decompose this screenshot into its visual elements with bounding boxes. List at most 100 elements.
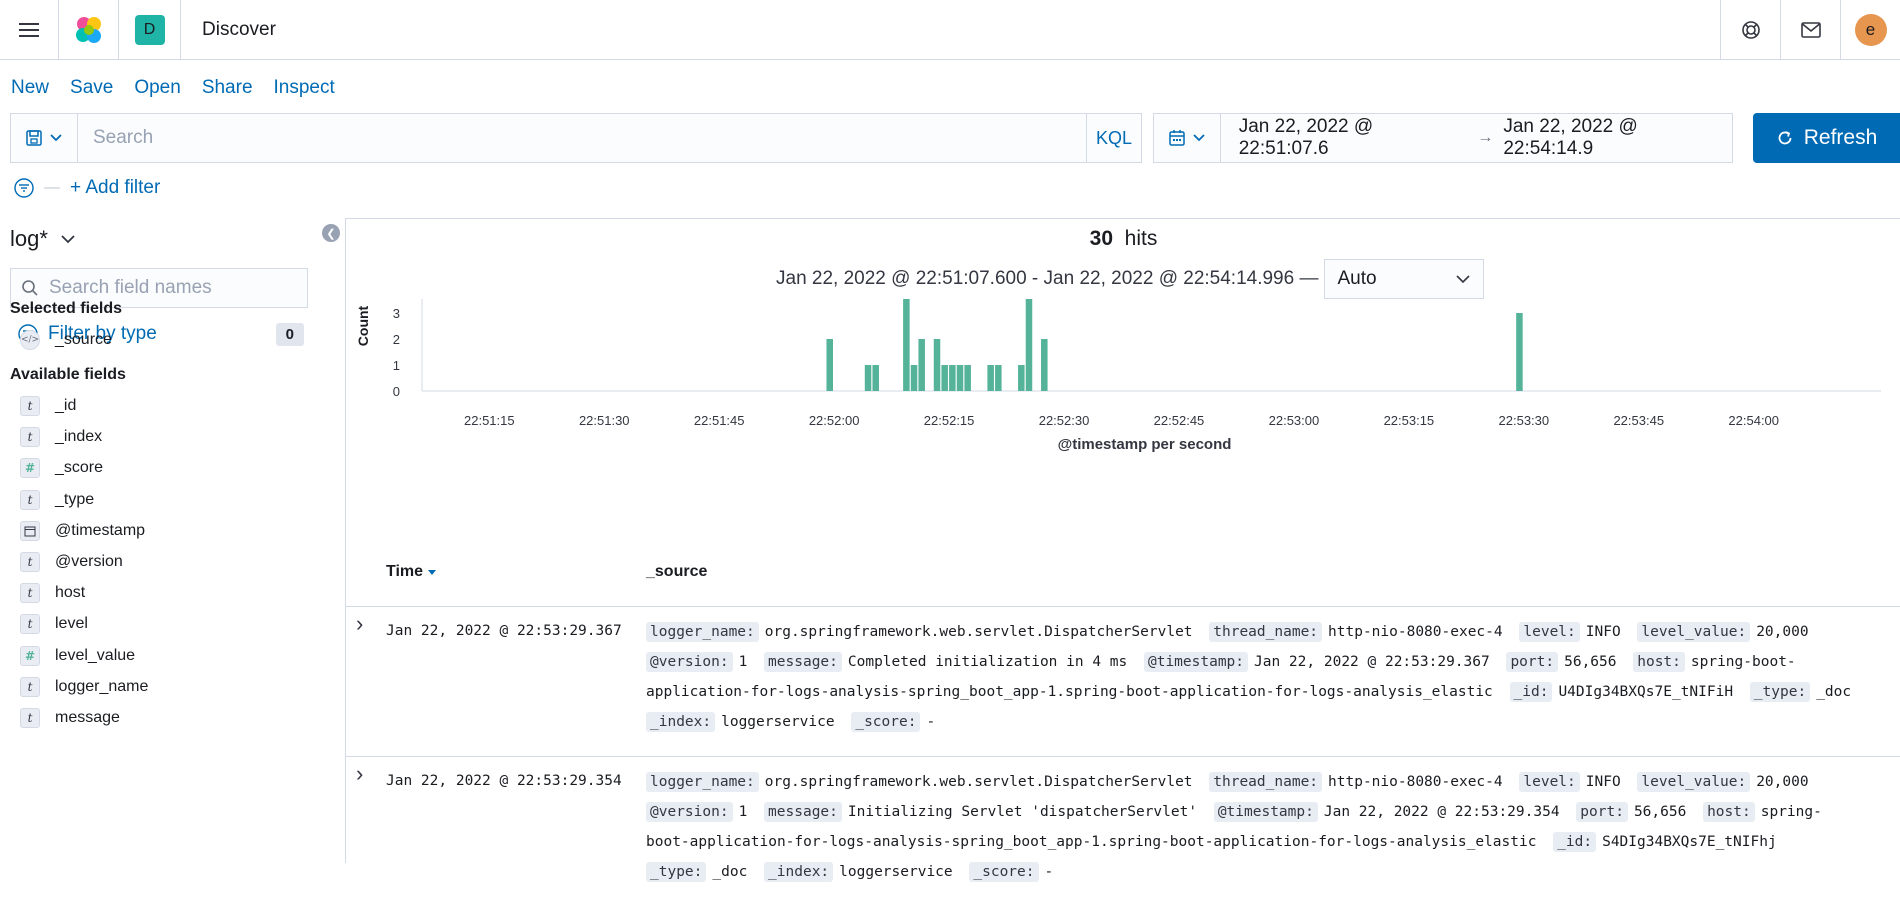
field-item[interactable]: t level: [20, 612, 88, 636]
source-field-value: _doc: [1816, 684, 1852, 700]
source-field-value: 1: [738, 654, 748, 670]
field-item[interactable]: t _index: [20, 425, 102, 449]
source-field-value: INFO: [1585, 774, 1621, 790]
histogram-bar: [964, 365, 971, 391]
index-pattern-selector[interactable]: log*: [10, 226, 76, 252]
expand-row-icon[interactable]: ›: [356, 611, 363, 637]
share-button[interactable]: Share: [202, 77, 253, 99]
field-name: @version: [55, 553, 123, 570]
field-item[interactable]: t _type: [20, 488, 94, 512]
time-range-line: Jan 22, 2022 @ 22:51:07.600 - Jan 22, 20…: [776, 259, 1485, 299]
histogram-bar: [903, 299, 910, 391]
y-tick-label: 1: [393, 358, 400, 373]
string-field-icon: t: [20, 614, 40, 635]
field-item[interactable]: t _id: [20, 394, 76, 418]
histogram-bar: [941, 365, 948, 391]
chevron-down-icon: [50, 134, 62, 142]
field-item[interactable]: # level_value: [20, 644, 135, 668]
table-row: › Jan 22, 2022 @ 22:53:29.367 logger_name:…: [346, 606, 1900, 756]
histogram-bar: [1041, 339, 1048, 391]
interval-select[interactable]: Auto: [1324, 259, 1485, 299]
elastic-logo[interactable]: [59, 0, 119, 60]
source-field-value: http-nio-8080-exec-4: [1328, 774, 1503, 790]
collapse-sidebar-button[interactable]: ❮: [322, 224, 340, 242]
quick-select-button[interactable]: [1154, 114, 1221, 162]
sort-down-icon: [428, 570, 437, 575]
source-field-key: level:: [1519, 622, 1580, 642]
source-field-icon: </>: [20, 330, 40, 350]
source-field-value: Jan 22, 2022 @ 22:53:29.367: [1254, 654, 1490, 670]
hits-counter: 30 hits: [346, 227, 1900, 251]
field-item[interactable]: @timestamp: [20, 519, 145, 543]
histogram-bar: [918, 339, 925, 391]
filter-options-icon[interactable]: [14, 178, 34, 198]
source-field-key: message:: [764, 802, 842, 822]
user-menu-button[interactable]: e: [1840, 0, 1900, 60]
string-field-icon: t: [20, 676, 40, 697]
source-field-key: host:: [1703, 802, 1755, 822]
string-field-icon: t: [20, 489, 40, 510]
elastic-logo-icon: [75, 16, 101, 43]
source-field-value: _doc: [712, 864, 748, 880]
source-field-key: _score:: [851, 712, 921, 732]
source-field-value: -: [1044, 864, 1054, 880]
save-button[interactable]: Save: [70, 77, 113, 99]
field-name: @timestamp: [55, 521, 146, 539]
field-item[interactable]: t @version: [20, 550, 123, 574]
refresh-button[interactable]: Refresh: [1753, 113, 1900, 163]
x-axis-label: @timestamp per second: [1058, 436, 1232, 453]
source-field-value: loggerservice: [839, 864, 953, 880]
newsfeed-button[interactable]: [1780, 0, 1840, 60]
source-field-key: _id:: [1553, 832, 1597, 852]
saved-query-button[interactable]: [11, 114, 78, 162]
add-filter-button[interactable]: + Add filter: [70, 177, 160, 199]
source-field-value: 20,000: [1756, 774, 1809, 790]
source-field-value: Jan 22, 2022 @ 22:53:29.354: [1323, 804, 1560, 820]
menu-toggle-button[interactable]: [0, 0, 59, 60]
table-row: › Jan 22, 2022 @ 22:53:29.354 logger_name:…: [346, 756, 1900, 906]
row-timestamp: Jan 22, 2022 @ 22:53:29.367: [386, 623, 622, 639]
x-tick-label: 22:51:30: [579, 413, 630, 428]
open-button[interactable]: Open: [134, 77, 180, 99]
x-tick-label: 22:53:30: [1499, 413, 1550, 428]
source-field-value: Completed initialization in 4 ms: [847, 654, 1128, 670]
string-field-icon: t: [20, 396, 40, 416]
help-menu-button[interactable]: [1720, 0, 1780, 60]
x-tick-label: 22:52:00: [809, 413, 860, 428]
space-selector[interactable]: D: [119, 0, 181, 60]
kql-language-button[interactable]: KQL: [1086, 114, 1141, 162]
histogram-bar: [1025, 299, 1033, 391]
search-input[interactable]: [78, 114, 1086, 162]
hamburger-icon: [19, 22, 39, 37]
source-field-value: 20,000: [1756, 624, 1809, 640]
x-tick-label: 22:52:45: [1154, 413, 1205, 428]
row-timestamp: Jan 22, 2022 @ 22:53:29.354: [386, 773, 622, 789]
expand-row-icon[interactable]: ›: [356, 761, 363, 787]
field-item[interactable]: t logger_name: [20, 675, 148, 699]
histogram-bar: [826, 339, 833, 391]
start-date-button[interactable]: Jan 22, 2022 @ 22:51:07.6: [1221, 116, 1468, 160]
end-date-button[interactable]: Jan 22, 2022 @ 22:54:14.9: [1503, 116, 1732, 160]
source-field-value: org.springframework.web.servlet.Dispatch…: [764, 624, 1193, 640]
header-bar: D Discover e: [0, 0, 1900, 60]
source-field-key: host:: [1633, 652, 1685, 672]
source-field-key: _type:: [646, 862, 707, 882]
new-button[interactable]: New: [11, 77, 49, 99]
x-tick-label: 22:54:00: [1728, 413, 1779, 428]
histogram-chart[interactable]: 012345Count22:51:1522:51:3022:51:4522:52…: [346, 299, 1900, 559]
field-search-input[interactable]: [49, 277, 289, 299]
field-item-source[interactable]: </> _source: [20, 328, 112, 352]
inspect-button[interactable]: Inspect: [274, 77, 335, 99]
doc-table-header: Time _source: [346, 563, 1900, 593]
field-item[interactable]: # _score: [20, 456, 103, 480]
source-column-header: _source: [646, 563, 708, 580]
field-item[interactable]: t host: [20, 581, 85, 605]
field-item[interactable]: t message: [20, 706, 120, 730]
source-field-key: @timestamp:: [1213, 802, 1318, 822]
chevron-down-icon: [1193, 134, 1205, 142]
field-name: logger_name: [55, 677, 149, 695]
time-column-header[interactable]: Time: [386, 563, 437, 581]
field-name: level: [55, 615, 88, 633]
source-field-key: port:: [1576, 802, 1628, 822]
chevron-down-icon: [61, 235, 75, 244]
